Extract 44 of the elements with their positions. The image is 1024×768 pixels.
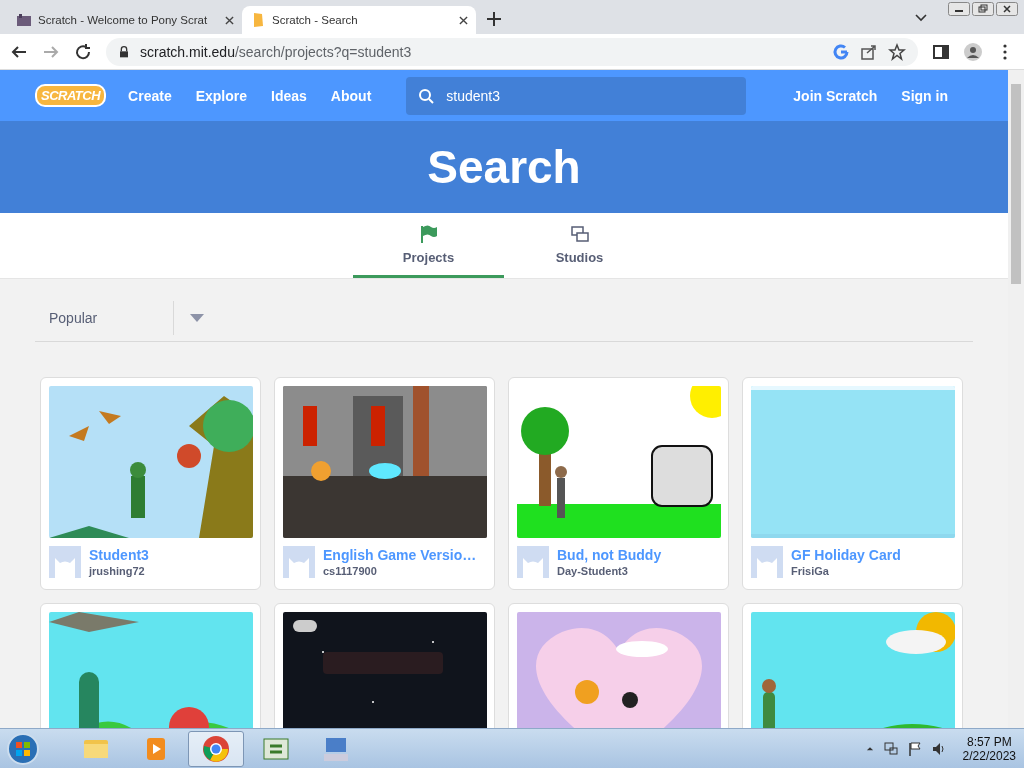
project-author[interactable]: Day-Student3 bbox=[557, 565, 662, 577]
result-tab[interactable]: Projects bbox=[353, 213, 504, 278]
network-icon[interactable] bbox=[882, 740, 899, 757]
reload-icon[interactable] bbox=[74, 42, 92, 61]
browser-tab[interactable]: Scratch - Welcome to Pony Scrat bbox=[8, 6, 242, 34]
flag-icon[interactable] bbox=[906, 740, 923, 757]
result-tab[interactable]: Studios bbox=[504, 213, 655, 278]
avatar-icon bbox=[283, 546, 315, 578]
flag-icon bbox=[418, 223, 439, 244]
clock-date[interactable]: 2/22/2023 bbox=[962, 748, 1016, 763]
google-icon[interactable] bbox=[832, 42, 850, 61]
browser-tab[interactable]: Scratch - Search bbox=[242, 6, 476, 34]
address-field[interactable]: scratch.mit.edu/search/projects?q=student3 bbox=[106, 37, 918, 66]
restore-icon[interactable] bbox=[972, 2, 994, 16]
star-icon[interactable] bbox=[888, 42, 906, 61]
code-window-icon[interactable] bbox=[263, 738, 289, 759]
project-card[interactable]: Student3 jrushing72 bbox=[40, 377, 261, 590]
chrome-icon[interactable] bbox=[203, 735, 229, 762]
avatar-icon bbox=[517, 546, 549, 578]
search-field[interactable]: student3 bbox=[406, 76, 747, 115]
side-panel-icon[interactable] bbox=[932, 42, 950, 61]
close-icon[interactable] bbox=[459, 15, 468, 25]
project-card[interactable]: Bud, not Buddy Day-Student3 bbox=[508, 377, 729, 590]
caret-icon bbox=[190, 313, 204, 323]
start-button[interactable] bbox=[6, 731, 40, 766]
close-icon[interactable] bbox=[996, 2, 1018, 16]
castle-icon bbox=[16, 12, 32, 28]
project-author[interactable]: jrushing72 bbox=[89, 565, 149, 577]
search-icon bbox=[418, 87, 435, 104]
project-card[interactable]: GF Holiday Card FrisiGa bbox=[742, 377, 963, 590]
avatar-icon bbox=[751, 546, 783, 578]
close-icon[interactable] bbox=[225, 15, 234, 25]
project-author[interactable]: cs1117900 bbox=[323, 565, 477, 577]
project-card[interactable]: English Game Versio… cs1117900 bbox=[274, 377, 495, 590]
sort-dropdown[interactable]: Popular bbox=[35, 301, 220, 335]
studios-icon bbox=[569, 223, 590, 244]
project-author[interactable]: FrisiGa bbox=[791, 565, 901, 577]
avatar-icon bbox=[49, 546, 81, 578]
share-icon[interactable] bbox=[860, 42, 878, 61]
clock-time[interactable]: 8:57 PM bbox=[966, 734, 1012, 749]
minimize-icon[interactable] bbox=[948, 2, 970, 16]
page-title: Search bbox=[427, 140, 581, 194]
lock-icon bbox=[118, 44, 130, 59]
profile-icon[interactable] bbox=[964, 42, 982, 61]
